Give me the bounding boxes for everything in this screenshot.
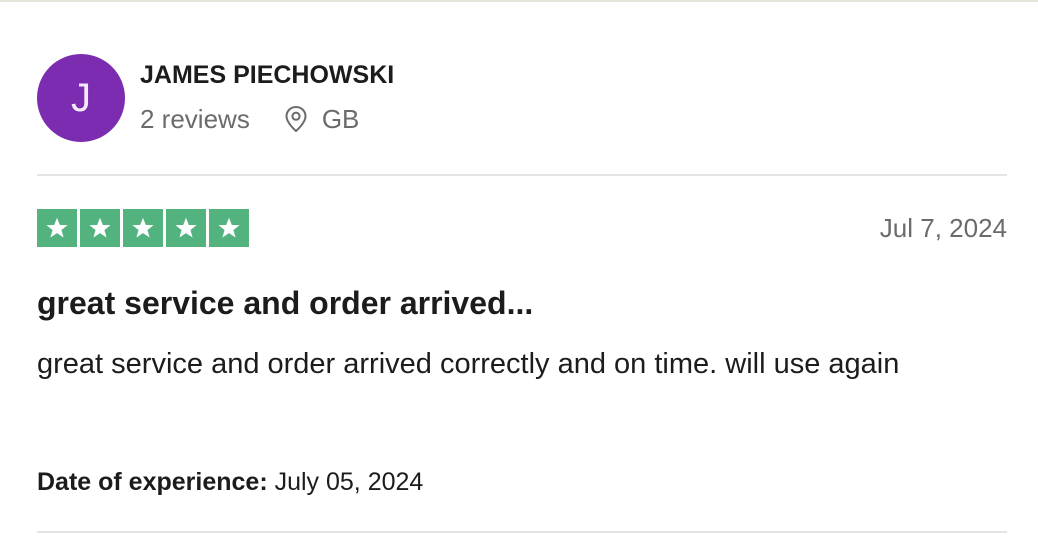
- date-of-experience: Date of experience: July 05, 2024: [37, 466, 423, 498]
- review-card: J JAMES PIECHOWSKI 2 reviews GB Jul 7, 2…: [37, 0, 1007, 538]
- review-text: great service and order arrived correctl…: [37, 348, 900, 380]
- consumer-details: JAMES PIECHOWSKI 2 reviews GB: [140, 54, 394, 134]
- location-pin-icon: [284, 105, 308, 133]
- consumer-name[interactable]: JAMES PIECHOWSKI: [140, 60, 394, 90]
- star-icon: [37, 209, 77, 247]
- star-rating: [37, 209, 249, 247]
- reviews-count: 2 reviews: [140, 104, 250, 134]
- avatar[interactable]: J: [37, 54, 125, 142]
- experience-label: Date of experience:: [37, 468, 268, 496]
- star-icon: [166, 209, 206, 247]
- experience-date: July 05, 2024: [274, 468, 424, 496]
- consumer-country: GB: [321, 104, 360, 134]
- star-icon: [80, 209, 120, 247]
- section-divider: [37, 174, 1007, 176]
- avatar-initial: J: [71, 75, 91, 120]
- bottom-divider: [37, 531, 1007, 533]
- review-title[interactable]: great service and order arrived...: [37, 283, 533, 323]
- consumer-info[interactable]: J JAMES PIECHOWSKI 2 reviews GB: [37, 54, 394, 142]
- review-date: Jul 7, 2024: [879, 213, 1007, 243]
- star-icon: [209, 209, 249, 247]
- star-icon: [123, 209, 163, 247]
- consumer-meta: 2 reviews GB: [140, 104, 394, 134]
